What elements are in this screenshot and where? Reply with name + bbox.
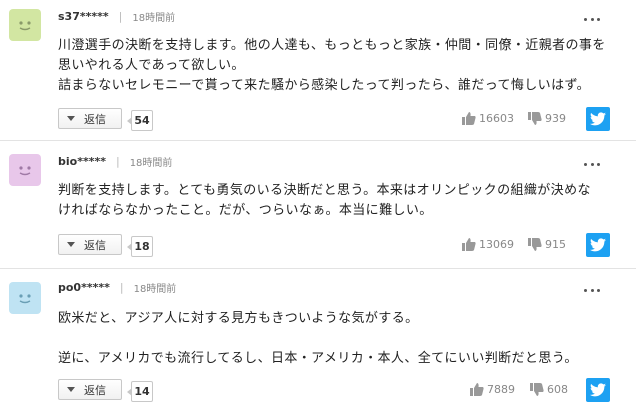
twitter-icon (590, 112, 606, 126)
dislike-button[interactable]: 915 (528, 238, 566, 251)
thumbs-up-icon (462, 112, 476, 125)
comment-line: 逆に、アメリカでも流行してるし、日本・アメリカ・本人、全てにいい判断だと思う。 (58, 351, 578, 366)
twitter-share-button[interactable] (586, 378, 610, 402)
more-options-button[interactable] (584, 285, 600, 295)
avatar (9, 282, 41, 314)
like-button[interactable]: 7889 (470, 383, 515, 396)
like-count: 16603 (479, 112, 514, 125)
reply-label: 返信 (84, 112, 106, 126)
user-name[interactable]: po0***** (58, 281, 110, 294)
like-count: 13069 (479, 238, 514, 251)
user-name[interactable]: bio***** (58, 155, 106, 168)
caret-down-icon (67, 116, 75, 121)
thumbs-down-icon (528, 238, 542, 251)
thumbs-down-icon (530, 383, 544, 396)
reply-count: 14 (127, 381, 153, 402)
reply-count: 18 (127, 236, 153, 257)
comment-line: 詰まらないセレモニーで貰って来た騒から感染したって判ったら、誰だって悔しいはず。 (58, 78, 590, 93)
comment-item: po0***** | 18時間前 欧米だと、アジア人に対する見方もきついような気… (0, 269, 636, 415)
reply-label: 返信 (84, 238, 106, 252)
reply-label: 返信 (84, 383, 106, 397)
more-options-button[interactable] (584, 14, 600, 24)
more-icon (584, 17, 587, 21)
thumbs-down-icon (528, 112, 542, 125)
timestamp: 18時間前 (129, 158, 173, 169)
more-icon (584, 288, 587, 292)
avatar (9, 154, 41, 186)
comment-body: 判断を支持します。とても勇気のいる決断だと思う。本来はオリンピックの組織が決めな… (58, 181, 618, 221)
more-icon (584, 162, 587, 166)
timestamp: 18時間前 (133, 284, 177, 295)
smiley-face-icon (19, 294, 31, 304)
thumbs-up-icon (462, 238, 476, 251)
reply-button[interactable]: 返信 (58, 379, 122, 400)
like-button[interactable]: 16603 (462, 112, 514, 125)
user-name[interactable]: s37***** (58, 10, 109, 23)
smiley-face-icon (19, 166, 31, 176)
like-count: 7889 (487, 383, 515, 396)
separator: | (115, 155, 120, 168)
like-button[interactable]: 13069 (462, 238, 514, 251)
thumbs-up-icon (470, 383, 484, 396)
comment-body: 川澄選手の決断を支持します。他の人達も、もっともっと家族・仲間・同僚・近親者の事… (58, 36, 618, 96)
comment-line: 思いやれる人であって欲しい。 (58, 58, 245, 73)
comment-line (58, 329, 618, 349)
separator: | (119, 281, 124, 294)
comment-meta: s37***** | 18時間前 (58, 9, 175, 24)
caret-down-icon (67, 242, 75, 247)
comment-line: ければならなかったこと。だが、つらいなぁ。本当に難しい。 (58, 203, 433, 218)
dislike-button[interactable]: 939 (528, 112, 566, 125)
dislike-button[interactable]: 608 (530, 383, 568, 396)
comment-item: s37***** | 18時間前 川澄選手の決断を支持します。他の人達も、もっと… (0, 0, 636, 141)
twitter-icon (590, 238, 606, 252)
comment-meta: bio***** | 18時間前 (58, 154, 172, 169)
dislike-count: 608 (547, 383, 568, 396)
reply-button[interactable]: 返信 (58, 108, 122, 129)
twitter-icon (590, 383, 606, 397)
comment-item: bio***** | 18時間前 判断を支持します。とても勇気のいる決断だと思う… (0, 141, 636, 269)
twitter-share-button[interactable] (586, 107, 610, 131)
smiley-face-icon (19, 21, 31, 31)
comment-line: 川澄選手の決断を支持します。他の人達も、もっともっと家族・仲間・同僚・近親者の事… (58, 38, 606, 53)
dislike-count: 939 (545, 112, 566, 125)
dislike-count: 915 (545, 238, 566, 251)
caret-down-icon (67, 387, 75, 392)
reply-button[interactable]: 返信 (58, 234, 122, 255)
comment-body: 欧米だと、アジア人に対する見方もきついような気がする。 逆に、アメリカでも流行し… (58, 309, 618, 369)
comment-line: 判断を支持します。とても勇気のいる決断だと思う。本来はオリンピックの組織が決めな (58, 183, 591, 198)
separator: | (118, 10, 123, 23)
more-options-button[interactable] (584, 159, 600, 169)
twitter-share-button[interactable] (586, 233, 610, 257)
comment-meta: po0***** | 18時間前 (58, 280, 176, 295)
comment-line: 欧米だと、アジア人に対する見方もきついような気がする。 (58, 311, 419, 326)
reply-count: 54 (127, 110, 153, 131)
avatar (9, 9, 41, 41)
timestamp: 18時間前 (132, 13, 176, 24)
